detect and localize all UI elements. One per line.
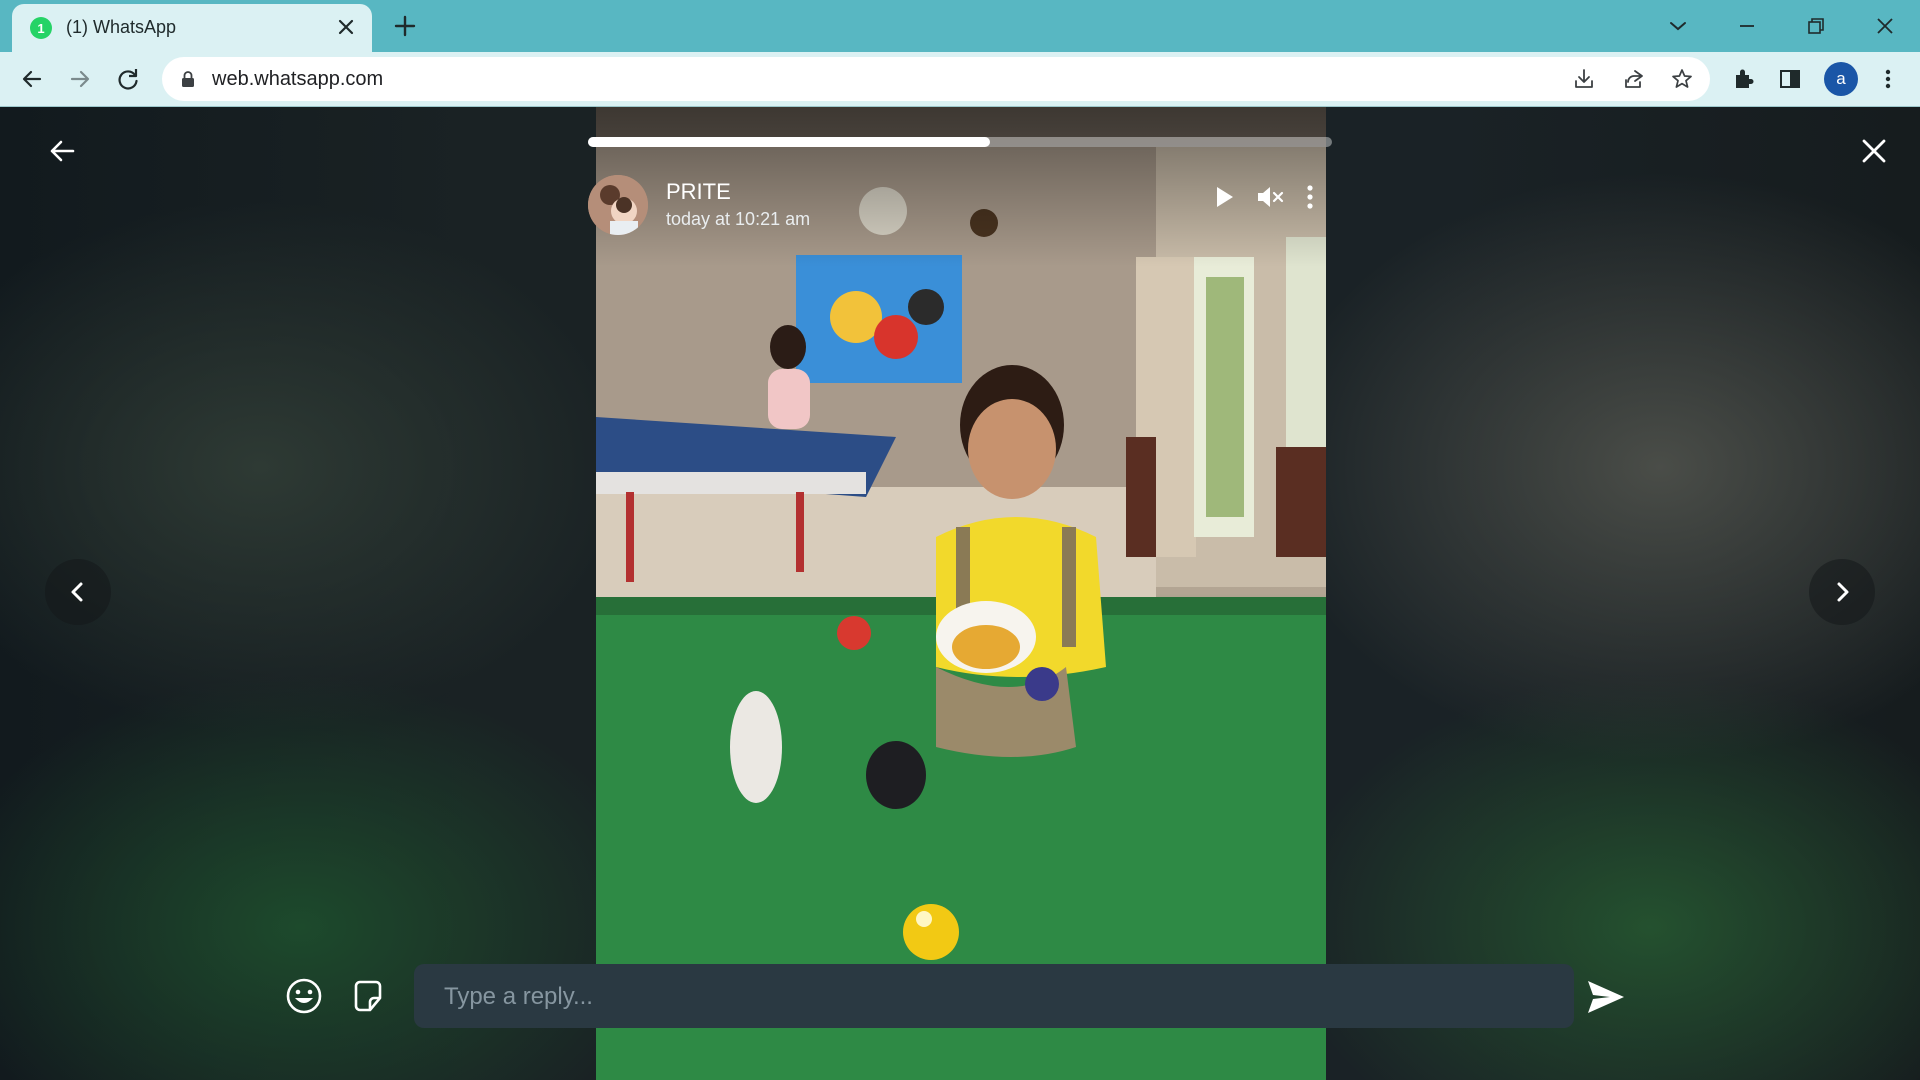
chevron-right-icon: [1837, 582, 1849, 602]
whatsapp-favicon-icon: 1: [30, 17, 52, 39]
close-icon[interactable]: [1856, 133, 1892, 169]
reply-bar: [414, 964, 1574, 1030]
install-app-icon[interactable]: [1572, 67, 1596, 91]
profile-initial: a: [1836, 69, 1846, 88]
minimize-icon[interactable]: [1729, 8, 1765, 44]
chevron-left-icon: [71, 582, 83, 602]
address-bar[interactable]: web.whatsapp.com: [162, 57, 1710, 101]
status-photo: [596, 107, 1326, 1080]
emoji-icon[interactable]: [284, 976, 324, 1016]
window-close-icon[interactable]: [1867, 8, 1903, 44]
bookmark-star-icon[interactable]: [1670, 67, 1694, 91]
arrow-left-icon[interactable]: [44, 133, 80, 169]
previous-status-button[interactable]: [45, 559, 111, 625]
status-progress-track: [588, 137, 1332, 147]
sticker-icon[interactable]: [348, 976, 388, 1016]
back-icon[interactable]: [18, 65, 46, 93]
tab-close-icon[interactable]: [332, 13, 360, 41]
status-viewer: PRITE today at 10:21 am: [0, 107, 1920, 1080]
new-tab-icon[interactable]: [390, 11, 420, 41]
contact-name[interactable]: PRITE: [666, 179, 731, 205]
send-icon[interactable]: [1584, 977, 1628, 1017]
profile-avatar[interactable]: a: [1824, 62, 1858, 96]
status-timestamp: today at 10:21 am: [666, 209, 811, 229]
restore-icon[interactable]: [1798, 8, 1834, 44]
tab-title: (1) WhatsApp: [66, 17, 177, 37]
lock-icon[interactable]: [180, 70, 196, 88]
contact-avatar-image: [588, 175, 648, 235]
share-icon[interactable]: [1622, 67, 1646, 91]
browser-titlebar: 1 (1) WhatsApp: [0, 0, 1920, 52]
browser-tab[interactable]: 1 (1) WhatsApp: [12, 4, 372, 52]
status-progress-fill: [588, 137, 990, 147]
play-icon[interactable]: [1206, 179, 1242, 215]
browser-menu-icon[interactable]: [1874, 65, 1902, 93]
url-text[interactable]: web.whatsapp.com: [212, 68, 383, 91]
kebab-menu-icon[interactable]: [1292, 179, 1328, 215]
volume-muted-icon[interactable]: [1252, 179, 1288, 215]
next-status-button[interactable]: [1809, 559, 1875, 625]
reload-icon[interactable]: [114, 65, 142, 93]
favicon-badge: 1: [37, 20, 45, 36]
browser-toolbar: web.whatsapp.com a: [0, 52, 1920, 106]
side-panel-icon[interactable]: [1776, 65, 1804, 93]
reply-input[interactable]: [442, 964, 1546, 1030]
extensions-icon[interactable]: [1730, 65, 1758, 93]
forward-icon[interactable]: [66, 65, 94, 93]
tab-search-icon[interactable]: [1660, 8, 1696, 44]
contact-avatar[interactable]: [588, 175, 648, 235]
